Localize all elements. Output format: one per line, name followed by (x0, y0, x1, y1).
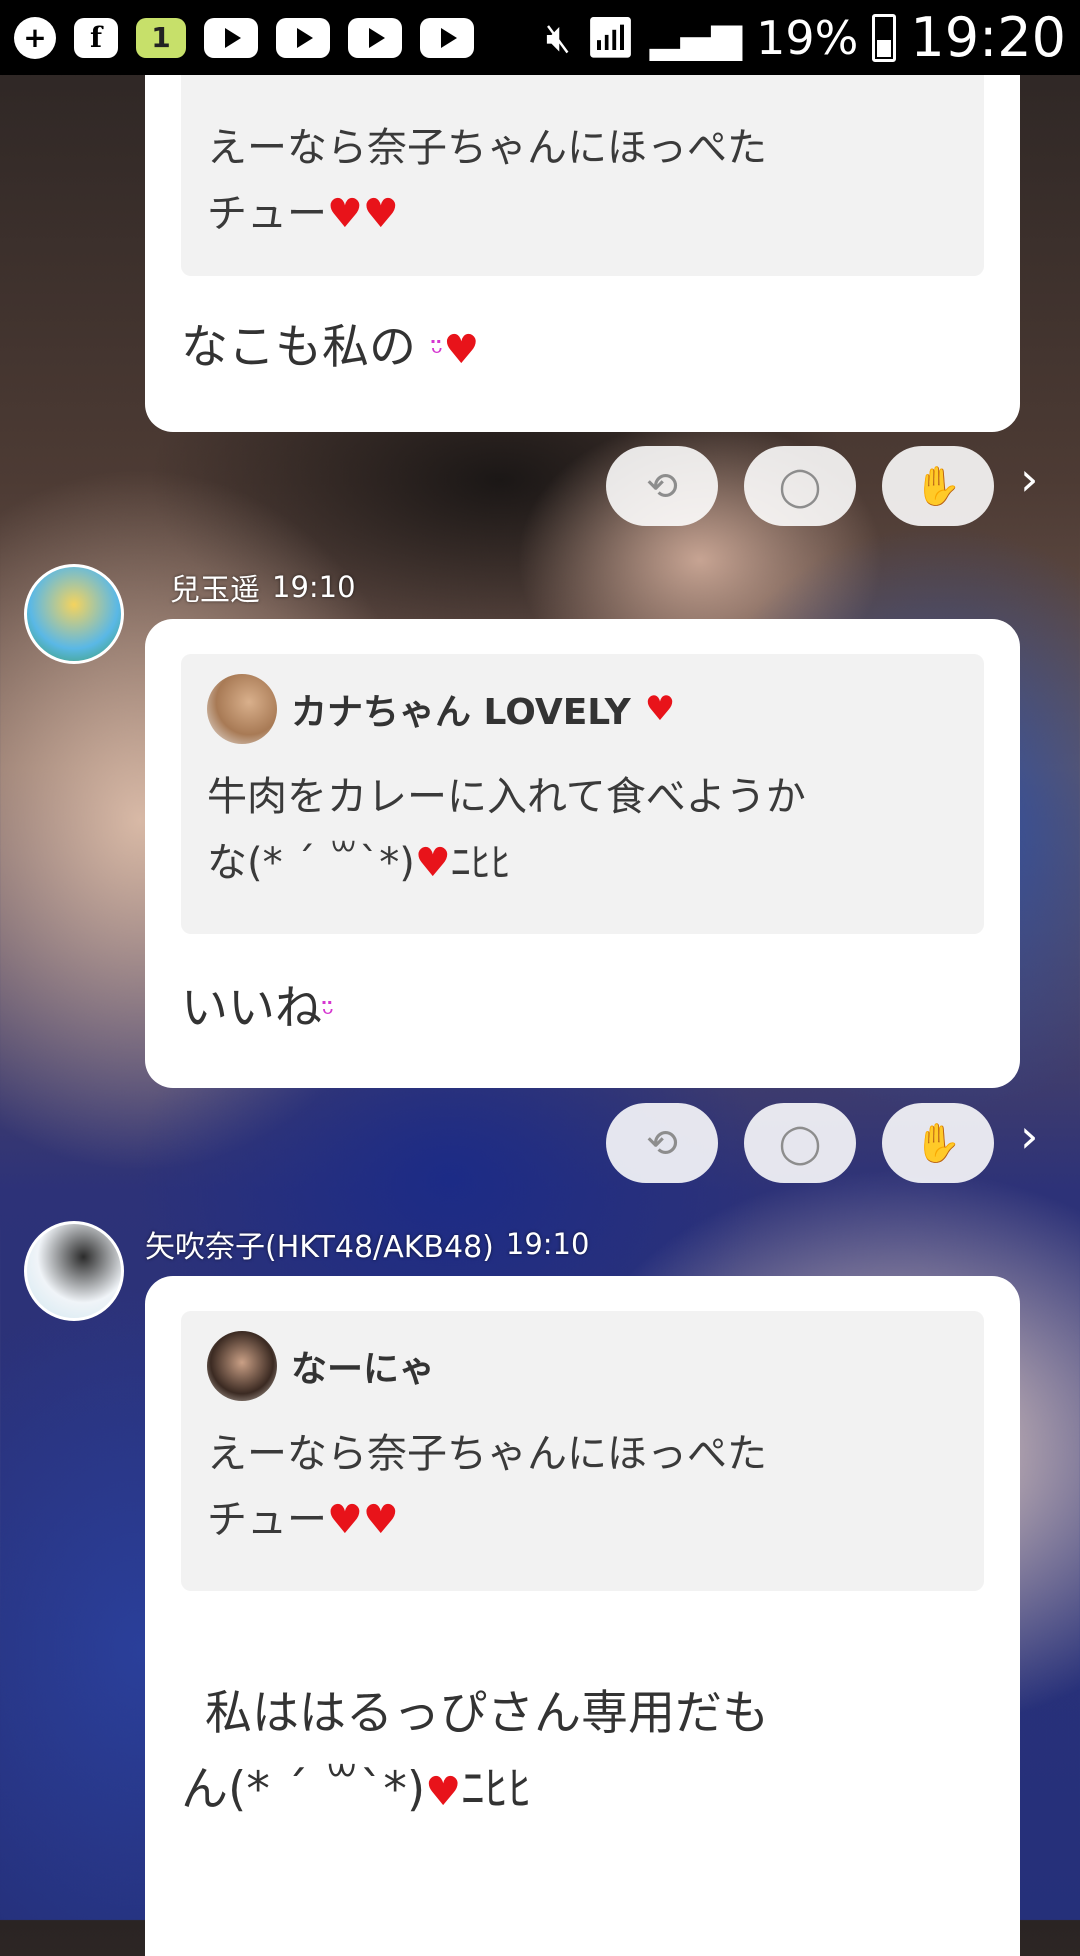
heart-icon: ♥ (425, 1769, 462, 1815)
clap-icon: ✋ (914, 1120, 962, 1165)
clap-button[interactable]: ✋ (882, 446, 994, 526)
wink-emoji-icon: ᵕ̈ (430, 336, 444, 371)
chevron-right-icon[interactable]: › (1020, 452, 1038, 506)
heart-icon: ♥ (327, 1497, 363, 1543)
heart-icon: ♥ (362, 191, 399, 237)
repost-icon: ⟲ (646, 1121, 678, 1165)
heart-icon: ♥ (414, 840, 451, 886)
youtube-icon (204, 17, 258, 58)
avatar[interactable] (24, 564, 124, 664)
sender-name[interactable]: 兒玉遥 (170, 565, 260, 609)
quoted-message[interactable]: なーにゃ えーなら奈子ちゃんにほっぺた チュー♥♥ (181, 1311, 984, 1591)
message-card: なーにゃ えーなら奈子ちゃんにほっぺた チュー♥♥ 私ははるっぴさん専用だも ん… (145, 1276, 1020, 1956)
quoted-author: カナちゃん LOVELY ♥ (207, 654, 958, 764)
status-bar: + f 1 🔇︎ 📶︎ ▂▄▆ 19% 19:20 (0, 0, 1080, 75)
smile-emoji-icon: ᵕ̈ (322, 997, 335, 1032)
wifi-icon: 📶︎ (585, 15, 636, 61)
message-text: なこも私の ᵕ̈♥ (181, 320, 480, 375)
clap-button[interactable]: ✋ (882, 1103, 994, 1183)
repost-icon: ⟲ (646, 464, 678, 508)
avatar[interactable] (24, 1221, 124, 1321)
comment-icon: ◯ (778, 1121, 822, 1165)
comment-button[interactable]: ◯ (744, 1103, 856, 1183)
clap-icon: ✋ (914, 463, 962, 508)
chevron-right-icon[interactable]: › (1020, 1109, 1038, 1163)
action-bar: ⟲ ◯ ✋ (606, 1103, 994, 1183)
clock: 19:20 (910, 6, 1066, 69)
quoted-author-avatar (207, 674, 277, 744)
signal-icon: ▂▄▆ (649, 14, 743, 61)
quoted-text: えーなら奈子ちゃんにほっぺた チュー♥♥ (207, 125, 767, 237)
youtube-icon (276, 17, 330, 58)
youtube-icon (420, 17, 474, 58)
heart-icon: ♥ (644, 689, 676, 729)
sender-name[interactable]: 矢吹奈子(HKT48/AKB48) (145, 1222, 494, 1266)
repost-button[interactable]: ⟲ (606, 446, 718, 526)
quoted-text: 牛肉をカレーに入れて食べようか な(* ´ ꒳`*)♥ﾆﾋﾋ (207, 774, 806, 886)
timestamp: 19:10 (505, 1227, 590, 1261)
message-card: カナちゃん LOVELY ♥ 牛肉をカレーに入れて食べようか な(* ´ ꒳`*)… (145, 619, 1020, 1088)
quoted-message[interactable]: えーなら奈子ちゃんにほっぺた チュー♥♥ (181, 75, 984, 276)
quoted-author: なーにゃ (207, 1311, 958, 1421)
repost-button[interactable]: ⟲ (606, 1103, 718, 1183)
quoted-text: えーなら奈子ちゃんにほっぺた チュー♥♥ (207, 1431, 767, 1543)
message-text: いいねᵕ̈ (181, 981, 335, 1036)
add-notification-icon: + (14, 16, 56, 59)
quoted-message[interactable]: カナちゃん LOVELY ♥ 牛肉をカレーに入れて食べようか な(* ´ ꒳`*)… (181, 654, 984, 934)
comment-button[interactable]: ◯ (744, 446, 856, 526)
sender-info: 矢吹奈子(HKT48/AKB48) 19:10 (145, 1222, 589, 1266)
comment-icon: ◯ (778, 464, 822, 508)
facebook-icon: f (74, 17, 118, 58)
battery-icon (872, 13, 897, 62)
battery-percent: 19% (756, 10, 859, 65)
mute-icon: 🔇︎ (545, 14, 572, 61)
sender-info: 兒玉遥 19:10 (170, 565, 356, 609)
badge-count-icon: 1 (136, 17, 186, 58)
heart-icon: ♥ (327, 191, 363, 237)
youtube-icon (348, 17, 402, 58)
action-bar: ⟲ ◯ ✋ (606, 446, 994, 526)
message-text: 私ははるっぴさん専用だも ん(* ´ ꒳`*)♥ﾆﾋﾋ (181, 1686, 769, 1817)
quoted-author-avatar (207, 1331, 277, 1401)
message-card: えーなら奈子ちゃんにほっぺた チュー♥♥ なこも私の ᵕ̈♥ (145, 75, 1020, 432)
heart-icon: ♥ (443, 327, 480, 373)
heart-icon: ♥ (362, 1497, 399, 1543)
timestamp: 19:10 (272, 570, 356, 604)
